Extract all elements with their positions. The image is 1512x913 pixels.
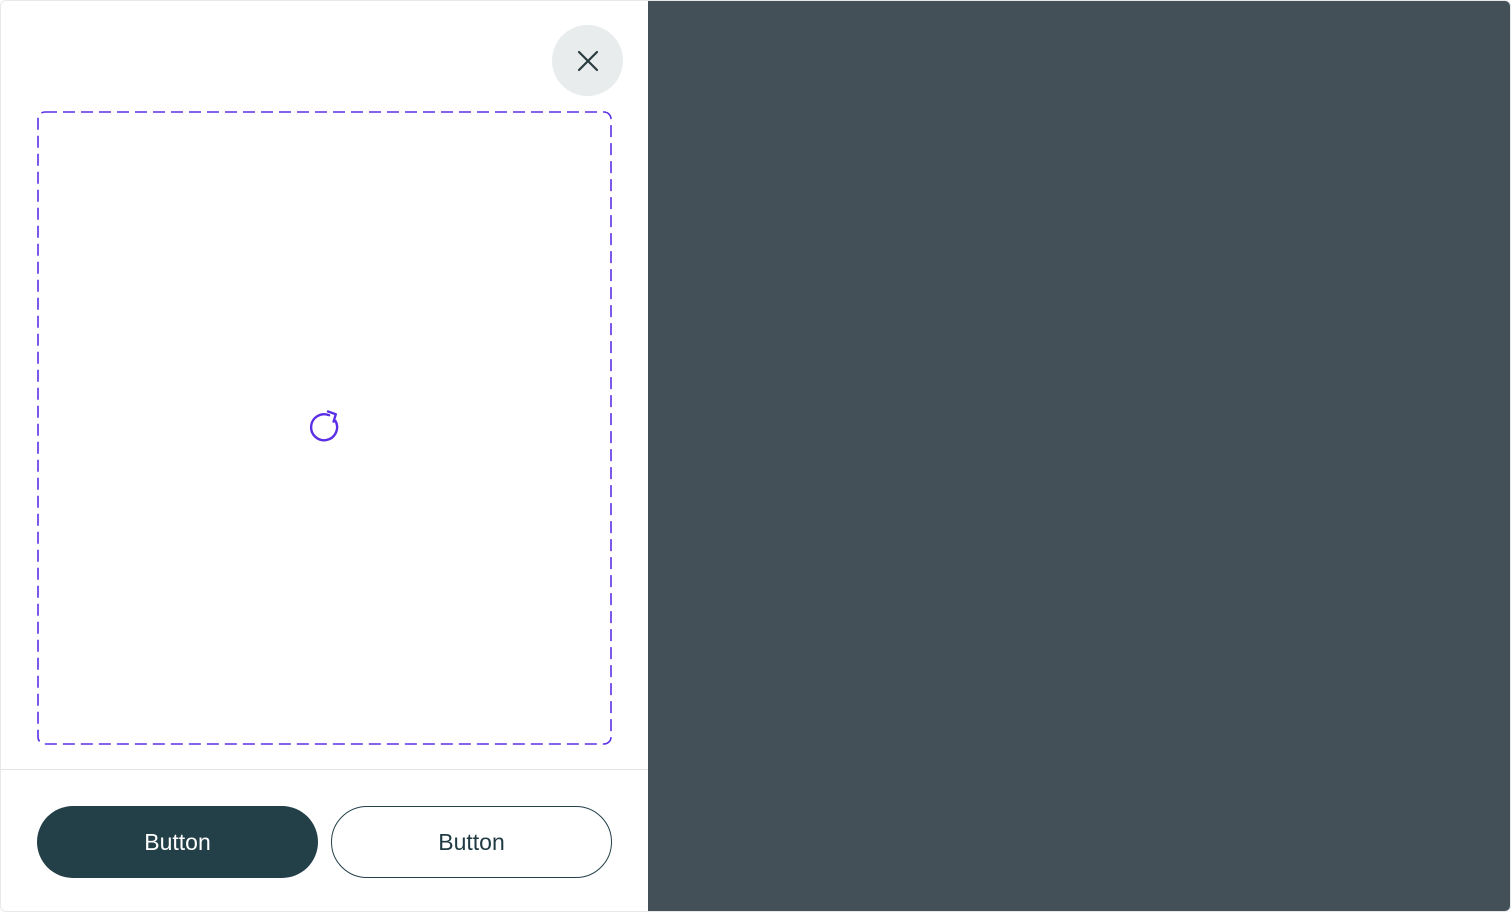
modal-backdrop[interactable] bbox=[648, 1, 1510, 911]
primary-button[interactable]: Button bbox=[37, 806, 318, 878]
close-button[interactable] bbox=[552, 25, 623, 96]
primary-button-label: Button bbox=[144, 828, 211, 855]
side-panel: Button Button bbox=[1, 1, 648, 911]
refresh-spinner-icon bbox=[309, 410, 339, 442]
secondary-button[interactable]: Button bbox=[331, 806, 612, 878]
close-icon bbox=[577, 50, 598, 71]
footer-divider bbox=[1, 769, 648, 770]
upload-drop-zone[interactable] bbox=[37, 111, 612, 745]
secondary-button-label: Button bbox=[438, 828, 505, 855]
app-frame: Button Button bbox=[0, 0, 1511, 912]
